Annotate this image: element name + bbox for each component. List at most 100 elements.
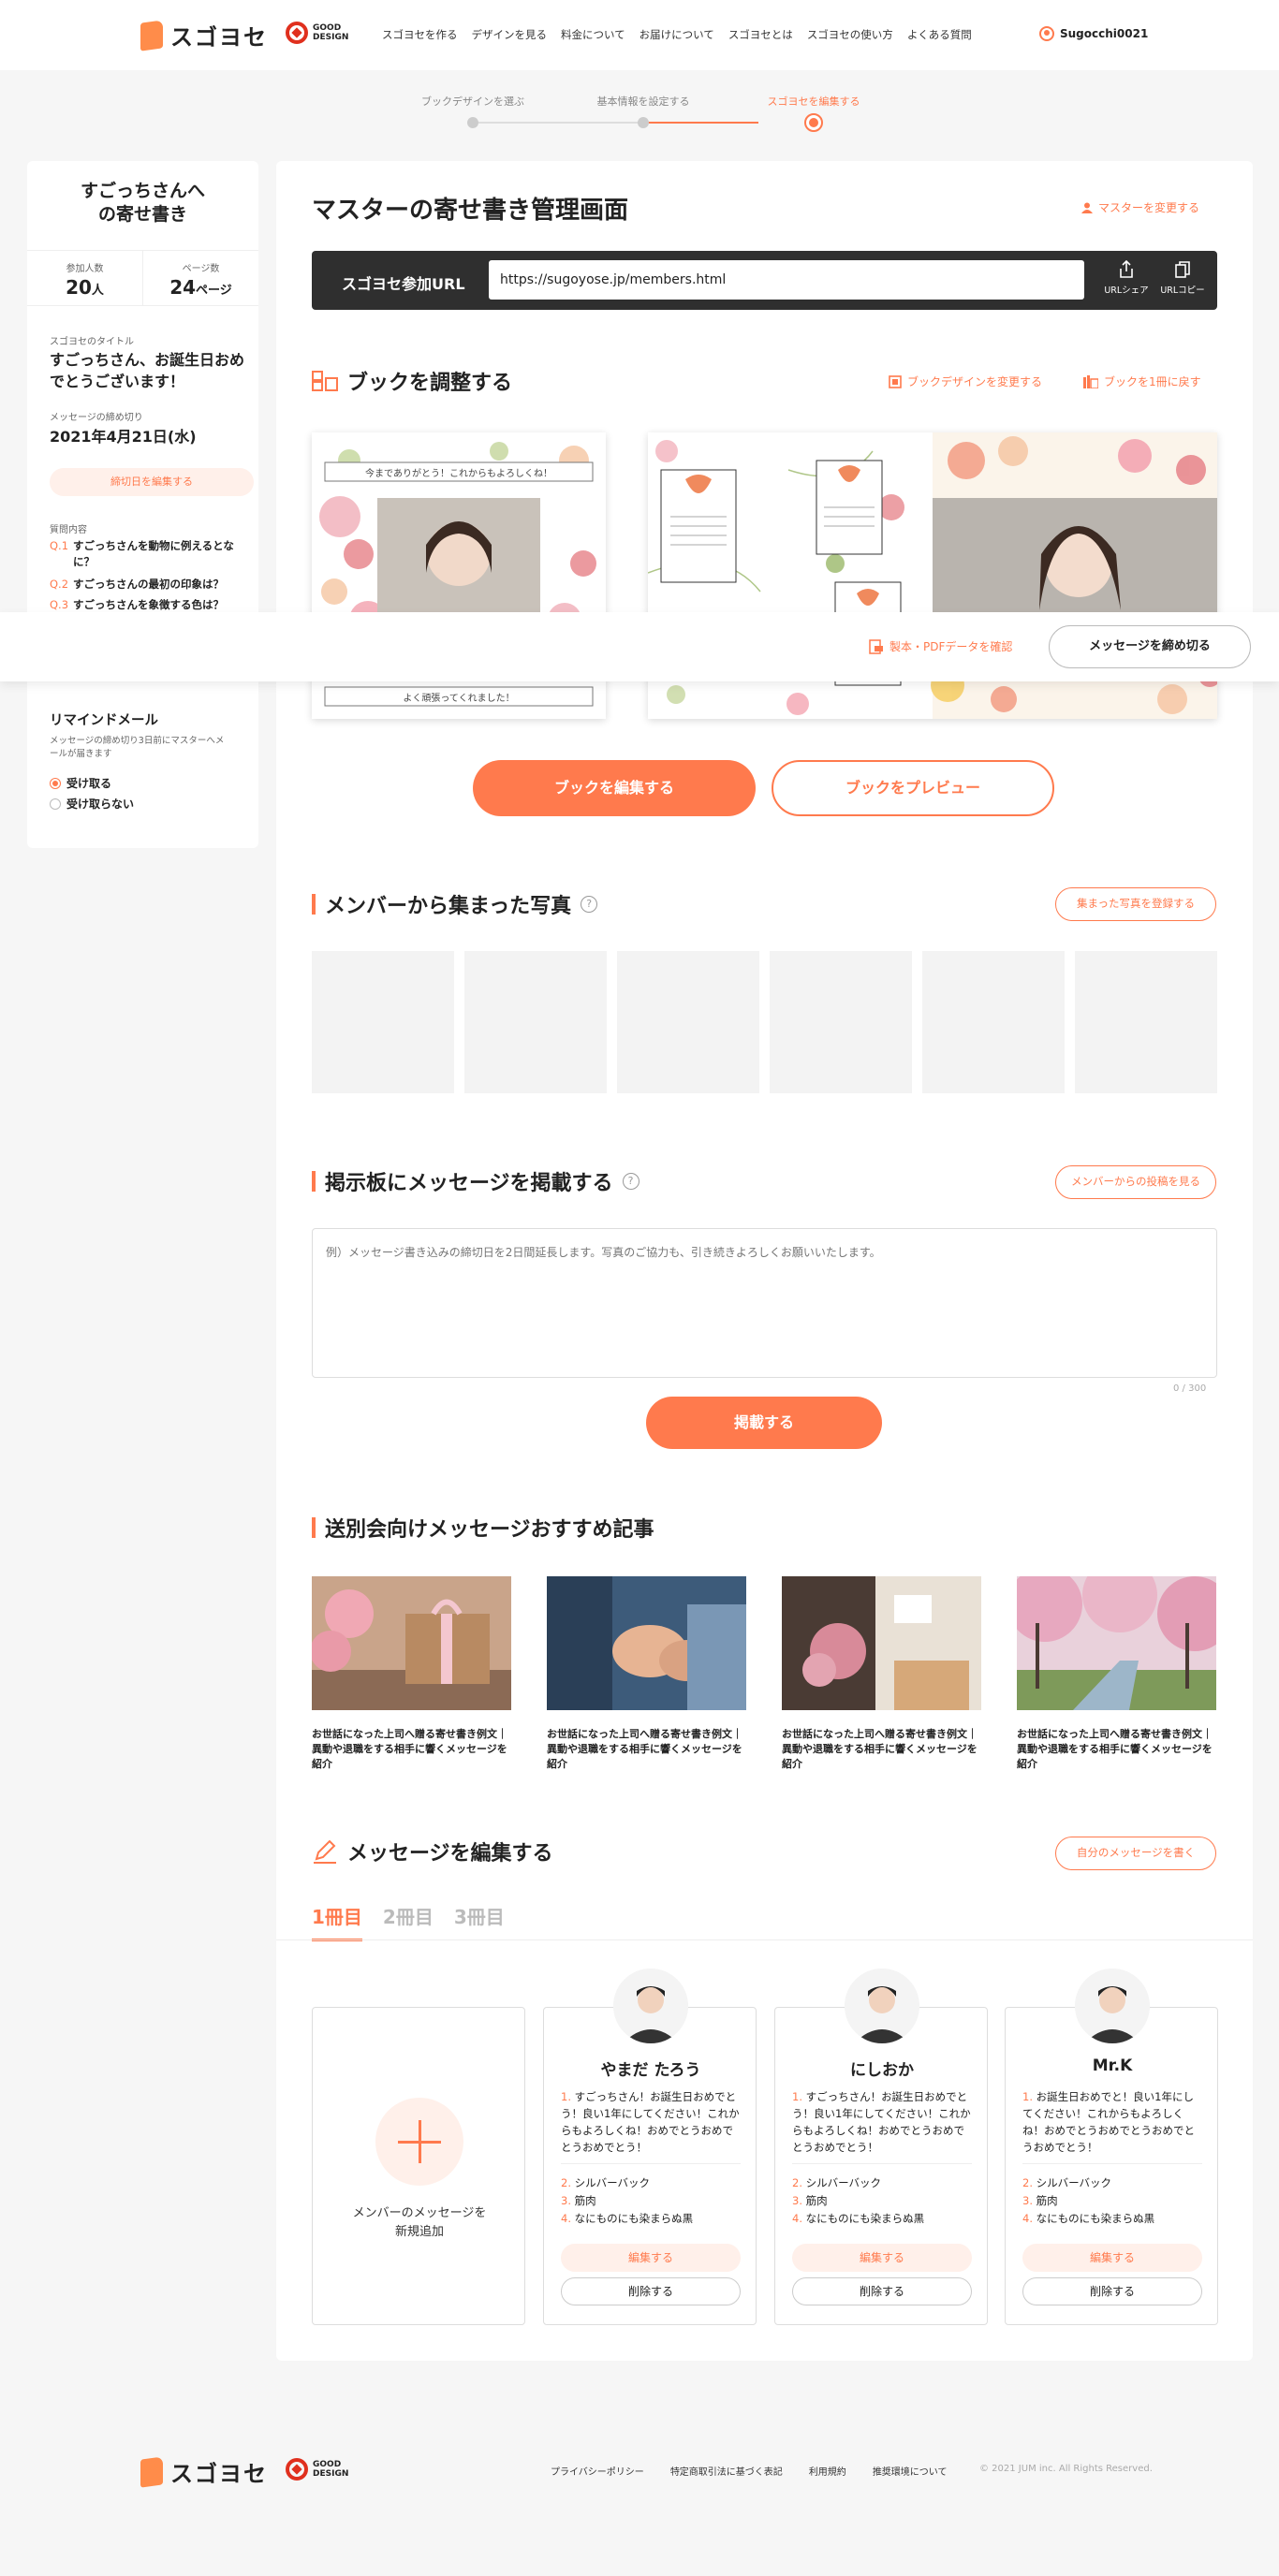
- register-photos-button[interactable]: 集まった写真を登録する: [1055, 887, 1216, 921]
- tab-book-3[interactable]: 3冊目: [454, 1902, 505, 1941]
- member-message-card: やまだ たろう 1. すごっちさん！お誕生日おめでとう！良い1年にしてください！…: [543, 1969, 757, 2325]
- article-card[interactable]: お世話になった上司へ贈る寄せ書き例文｜異動や退職をする相手に響くメッセージを紹介: [310, 1576, 511, 1772]
- step-dot: [467, 117, 478, 128]
- articles-section-heading: 送別会向けメッセージおすすめ記事: [312, 1513, 654, 1543]
- change-master-link[interactable]: マスターを変更する: [1081, 199, 1199, 215]
- url-share-button[interactable]: URLシェア: [1103, 260, 1150, 296]
- help-icon[interactable]: ?: [581, 896, 598, 913]
- tab-book-1[interactable]: 1冊目: [312, 1902, 362, 1941]
- url-copy-button[interactable]: URLコピー: [1159, 260, 1206, 296]
- footer-links: プライバシーポリシー 特定商取引法に基づく表記 利用規約 推奨環境について: [551, 2464, 948, 2478]
- member-message: 1. すごっちさん！お誕生日おめでとう！良い1年にしてください！これからもよろし…: [561, 2090, 740, 2154]
- delete-member-button[interactable]: 削除する: [1022, 2277, 1202, 2305]
- site-logo[interactable]: スゴヨセ: [140, 19, 268, 51]
- deadline-label: メッセージの締め切り: [50, 413, 143, 423]
- footer-link-tokusho[interactable]: 特定商取引法に基づく表記: [670, 2464, 783, 2478]
- main-panel: マスターの寄せ書き管理画面 マスターを変更する スゴヨセ参加URL URLシェア…: [276, 161, 1253, 2361]
- member-message-card: にしおか 1. すごっちさん！お誕生日おめでとう！良い1年にしてください！これか…: [774, 1969, 988, 2325]
- gift-box-photo: [310, 1576, 511, 1710]
- pdf-icon: [869, 638, 883, 654]
- plus-icon: [375, 2098, 463, 2186]
- step-choose-design[interactable]: ブックデザインを選ぶ: [412, 94, 534, 128]
- step-dot: [638, 117, 649, 128]
- yosegaki-title-label: スゴヨセのタイトル: [50, 337, 134, 347]
- article-card[interactable]: お世話になった上司へ贈る寄せ書き例文｜異動や退職をする相手に響くメッセージを紹介: [782, 1576, 981, 1772]
- tab-book-2[interactable]: 2冊目: [383, 1902, 434, 1941]
- sidebar-stats: 参加人数 20人 ページ数 24ページ: [27, 250, 258, 306]
- avatar: [845, 1969, 919, 2043]
- delete-member-button[interactable]: 削除する: [561, 2277, 741, 2305]
- photo-slot[interactable]: [464, 951, 607, 1093]
- copy-icon: [1175, 261, 1190, 278]
- remind-decline-radio[interactable]: 受け取らない: [50, 796, 134, 812]
- question-item: Q.2 すごっちさんの最初の印象は？: [50, 578, 225, 591]
- photo-slot[interactable]: [770, 951, 912, 1093]
- photo-slot[interactable]: [1075, 951, 1217, 1093]
- delete-member-button[interactable]: 削除する: [792, 2277, 972, 2305]
- good-design-badge: GOOD DESIGN: [286, 22, 348, 44]
- edit-book-button[interactable]: ブックを編集する: [473, 760, 756, 816]
- check-pdf-link[interactable]: 製本・PDFデータを確認: [869, 638, 1012, 654]
- article-card[interactable]: お世話になった上司へ贈る寄せ書き例文｜異動や退職をする相手に響くメッセージを紹介: [1007, 1558, 1232, 1772]
- nav-item-delivery[interactable]: お届けについて: [640, 27, 714, 42]
- write-own-message-button[interactable]: 自分のメッセージを書く: [1055, 1837, 1216, 1870]
- questions-label: 質問内容: [50, 525, 87, 535]
- sidebar: すごっちさんへ の寄せ書き 参加人数 20人 ページ数 24ページ スゴヨセのタイ…: [27, 161, 258, 848]
- nav-item-about[interactable]: スゴヨセとは: [728, 27, 793, 42]
- book-footer-text: よく頑張ってくれました！: [403, 694, 515, 704]
- flower-gift-photo: [782, 1576, 981, 1710]
- photo-slot[interactable]: [312, 951, 454, 1093]
- preview-book-button[interactable]: ブックをプレビュー: [772, 760, 1054, 816]
- user-menu[interactable]: Sugocchi0021: [1039, 26, 1148, 41]
- edit-member-button[interactable]: 編集する: [561, 2244, 741, 2272]
- yosegaki-title: すごっちさん、お誕生日おめでとうございます！: [50, 351, 245, 390]
- change-design-link[interactable]: ブックデザインを変更する: [889, 373, 1042, 389]
- edit-member-button[interactable]: 編集する: [1022, 2244, 1202, 2272]
- photo-slot[interactable]: [617, 951, 759, 1093]
- avatar: [1075, 1969, 1150, 2043]
- page-title: マスターの寄せ書き管理画面: [312, 197, 629, 225]
- nav-item-faq[interactable]: よくある質問: [907, 27, 972, 42]
- photo-slot[interactable]: [922, 951, 1065, 1093]
- edit-deadline-button[interactable]: 締切日を編集する: [50, 468, 254, 496]
- member-message: 1. すごっちさん！お誕生日おめでとう！良い1年にしてください！これからもよろし…: [792, 2090, 971, 2154]
- board-message-input[interactable]: [312, 1228, 1217, 1378]
- step-edit[interactable]: スゴヨセを編集する: [753, 94, 875, 132]
- member-name: やまだ たろう: [600, 2061, 701, 2080]
- book-layout-icon: [312, 371, 338, 391]
- member-message-card: Mr.K 1. お誕生日おめでと！良い1年にしてください！これからもよろしくね！…: [1005, 1969, 1218, 2325]
- footer-link-terms[interactable]: 利用規約: [809, 2464, 846, 2478]
- member-answers: 2. シルバーバック 3. 筋肉 4. なにものにも染まらぬ黒: [1022, 2176, 1155, 2225]
- footer-logo[interactable]: スゴヨセ: [140, 2455, 268, 2488]
- step-dot-active: [804, 113, 823, 132]
- close-messages-button[interactable]: メッセージを締め切る: [1049, 625, 1251, 668]
- design-icon: [889, 374, 902, 388]
- member-message: 1. お誕生日おめでと！良い1年にしてください！これからもよろしくね！おめでとう…: [1022, 2090, 1195, 2154]
- edit-member-button[interactable]: 編集する: [792, 2244, 972, 2272]
- nav-item-designs[interactable]: デザインを見る: [472, 27, 548, 42]
- footer-link-privacy[interactable]: プライバシーポリシー: [551, 2464, 644, 2478]
- remind-receive-radio[interactable]: 受け取る: [50, 775, 111, 791]
- nav-item-create[interactable]: スゴヨセを作る: [382, 27, 458, 42]
- member-name: Mr.K: [1092, 2056, 1133, 2075]
- nav-item-pricing[interactable]: 料金について: [561, 27, 625, 42]
- help-icon[interactable]: ?: [622, 1173, 640, 1190]
- person-icon: [1081, 202, 1093, 213]
- article-card[interactable]: お世話になった上司へ贈る寄せ書き例文｜異動や退職をする相手に響くメッセージを紹介: [547, 1576, 746, 1772]
- main-nav: スゴヨセを作る デザインを見る 料金について お届けについて スゴヨセとは スゴ…: [382, 27, 972, 42]
- deadline-value: 2021年4月21日(水): [50, 428, 197, 446]
- add-member-message-card[interactable]: メンバーのメッセージを 新規追加: [312, 2007, 525, 2325]
- members-count: 参加人数 20人: [66, 264, 104, 299]
- post-message-button[interactable]: 掲載する: [646, 1397, 882, 1449]
- radio-checked-icon: [50, 777, 61, 789]
- step-basic-info[interactable]: 基本情報を設定する: [582, 94, 704, 128]
- back-to-one-book-link[interactable]: ブックを1冊に戻す: [1083, 373, 1201, 389]
- view-member-posts-button[interactable]: メンバーからの投稿を見る: [1055, 1165, 1216, 1199]
- footer-link-environment[interactable]: 推奨環境について: [873, 2464, 948, 2478]
- nav-item-howto[interactable]: スゴヨセの使い方: [807, 27, 893, 42]
- copyright: © 2021 JUM inc. All Rights Reserved.: [979, 2464, 1153, 2474]
- url-field[interactable]: [489, 260, 1084, 300]
- pages-count: ページ数 24ページ: [142, 251, 258, 305]
- char-counter: 0 / 300: [1173, 1383, 1207, 1394]
- username: Sugocchi0021: [1060, 27, 1149, 40]
